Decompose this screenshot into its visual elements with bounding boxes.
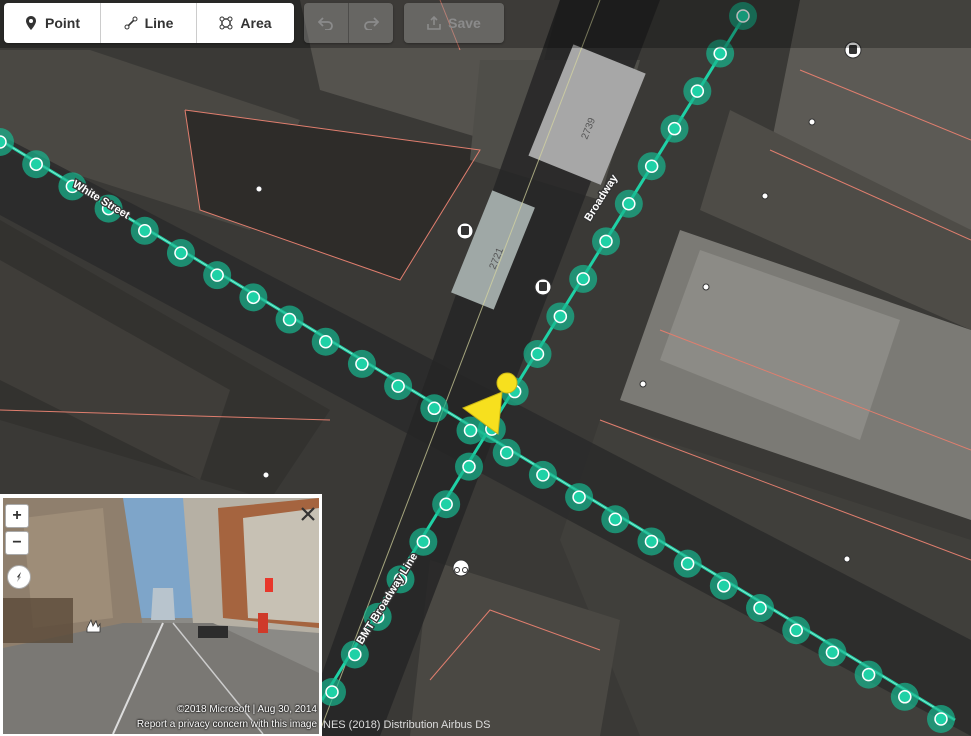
way-node[interactable] [427,401,442,416]
redo-button[interactable] [349,3,393,43]
way-node[interactable] [622,197,636,211]
add-point-button[interactable]: Point [4,3,101,43]
way-node[interactable] [599,234,613,249]
way-node[interactable] [713,46,727,61]
line-label: Line [144,15,174,31]
compass-button[interactable] [7,565,31,589]
way-node[interactable] [825,645,840,660]
compass-icon [17,572,21,582]
streetside-photo[interactable] [3,498,319,734]
way-node[interactable] [680,556,695,571]
area-icon [219,16,233,30]
photo-zoom-out-button[interactable]: − [5,531,29,555]
way-node[interactable] [355,357,369,371]
way-node[interactable] [138,224,152,238]
way-node[interactable] [439,497,453,511]
redo-icon [364,17,379,30]
way-node[interactable] [753,601,767,615]
way-node[interactable] [789,623,803,637]
way-node[interactable] [174,246,188,260]
way-node[interactable] [210,268,224,282]
way-node[interactable] [690,84,705,98]
way-node[interactable] [934,712,948,726]
draw-modes-toolbar: Point Line Area [4,3,294,43]
way-node[interactable] [0,135,7,149]
point-icon [26,16,36,30]
way-node[interactable] [644,534,659,549]
bus-icon[interactable] [534,278,552,296]
photo-privacy-link[interactable]: Report a privacy concern with this image [137,719,317,730]
close-icon [301,507,315,521]
way-node[interactable] [462,459,476,474]
save-icon [427,16,441,30]
way-node[interactable] [29,157,43,171]
way-node[interactable] [644,159,659,173]
history-toolbar [304,3,393,43]
way-node[interactable] [608,512,623,527]
line-icon [124,16,138,30]
way-node[interactable] [348,647,362,662]
way-node[interactable] [391,379,405,393]
way-node[interactable] [861,667,876,682]
way-node[interactable] [553,309,568,324]
save-toolbar: Save [404,3,504,43]
way-node[interactable] [530,347,545,361]
photo-zoom-in-button[interactable]: + [5,504,29,528]
way-node[interactable] [717,579,731,593]
way-node[interactable] [536,468,550,482]
close-photo-button[interactable] [296,502,320,526]
add-area-button[interactable]: Area [197,3,294,43]
way-node[interactable] [576,272,590,286]
bike-icon[interactable] [452,559,470,577]
add-line-button[interactable]: Line [101,3,197,43]
undo-button[interactable] [304,3,349,43]
imagery-attribution: NES (2018) Distribution Airbus DS [323,719,491,731]
bus-icon[interactable] [456,222,474,240]
undo-icon [318,17,333,30]
save-button[interactable]: Save [404,3,504,43]
photo-copyright: ©2018 Microsoft | Aug 30, 2014 [176,704,317,715]
way-node[interactable] [572,490,586,504]
way-node[interactable] [325,685,339,699]
way-node[interactable] [463,423,478,438]
way-node[interactable] [318,334,333,349]
way-node[interactable] [246,290,261,305]
way-node[interactable] [499,445,514,460]
streetside-photo-viewer: + − ©2018 Microsoft | Aug 30, 2014 Repor… [0,494,322,736]
area-label: Area [240,15,272,31]
way-node[interactable] [667,121,682,136]
way-node[interactable] [416,535,431,549]
point-label: Point [45,15,80,31]
save-label: Save [448,15,481,31]
way-node[interactable] [898,690,912,704]
way-node[interactable] [282,312,297,327]
